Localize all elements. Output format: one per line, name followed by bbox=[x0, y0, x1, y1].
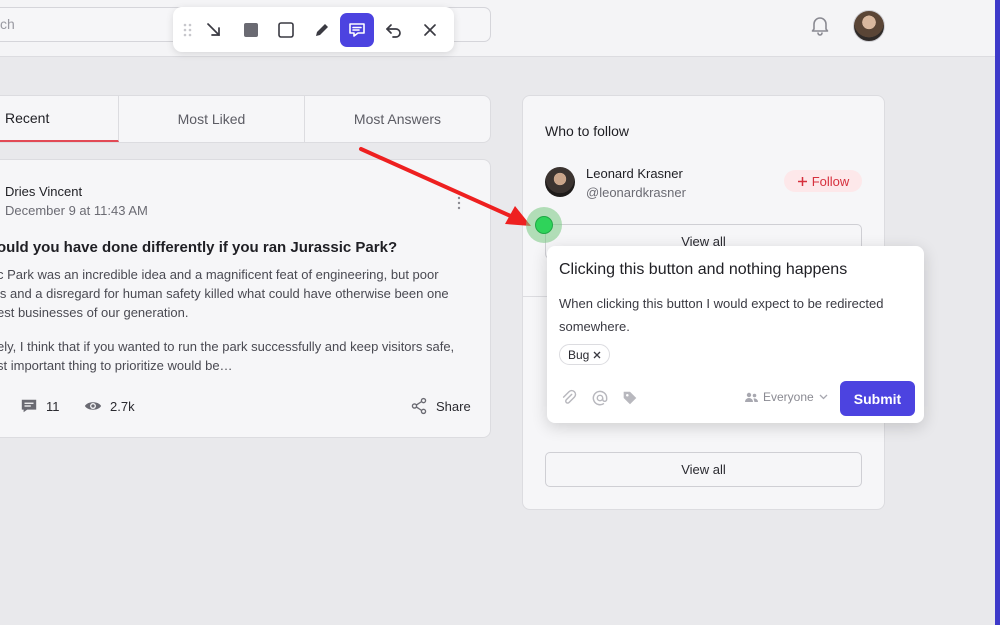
pencil-tool-icon[interactable] bbox=[307, 15, 337, 45]
notification-bell-icon[interactable] bbox=[808, 13, 832, 37]
follow-suggestion-handle: @leonardkrasner bbox=[586, 185, 686, 200]
attachment-icon[interactable] bbox=[560, 389, 578, 407]
feedback-popup: Clicking this button and nothing happens… bbox=[547, 246, 924, 423]
share-icon bbox=[411, 397, 427, 415]
user-avatar[interactable] bbox=[853, 10, 885, 42]
submit-button[interactable]: Submit bbox=[840, 381, 915, 416]
view-all-button[interactable]: View all bbox=[545, 452, 862, 487]
audience-select[interactable]: Everyone bbox=[745, 390, 828, 404]
audience-label: Everyone bbox=[763, 390, 814, 404]
annotation-arrow bbox=[359, 147, 531, 226]
eye-icon bbox=[84, 402, 102, 410]
bug-tag[interactable]: Bug bbox=[559, 344, 611, 365]
search-text: ch bbox=[0, 16, 15, 32]
filled-rectangle-tool-icon[interactable] bbox=[236, 15, 266, 45]
rectangle-tool-icon[interactable] bbox=[271, 15, 301, 45]
comments-count: 11 bbox=[46, 398, 60, 414]
post-title[interactable]: ould you have done differently if you ra… bbox=[0, 239, 397, 256]
share-label: Share bbox=[436, 398, 471, 414]
follow-button[interactable]: Follow bbox=[784, 170, 862, 192]
undo-icon[interactable] bbox=[379, 15, 409, 45]
people-icon bbox=[745, 392, 758, 402]
tag-label: Bug bbox=[568, 347, 590, 362]
comment-icon bbox=[21, 399, 37, 413]
post-body-line: est businesses of our generation. bbox=[0, 305, 189, 320]
feedback-marker[interactable] bbox=[535, 216, 553, 234]
tab-most-liked[interactable]: Most Liked bbox=[119, 96, 305, 142]
views-stat: 2.7k bbox=[84, 397, 135, 415]
tag-remove-icon[interactable] bbox=[593, 351, 601, 359]
post-body-line: c Park was an incredible idea and a magn… bbox=[0, 267, 439, 282]
feedback-description[interactable]: When clicking this button I would expect… bbox=[559, 292, 919, 338]
tab-most-answers[interactable]: Most Answers bbox=[305, 96, 490, 142]
annotation-toolbar bbox=[173, 7, 454, 52]
views-count: 2.7k bbox=[110, 398, 135, 414]
post-date: December 9 at 11:43 AM bbox=[5, 203, 148, 218]
follow-suggestion-name[interactable]: Leonard Krasner bbox=[586, 166, 683, 181]
share-button[interactable]: Share bbox=[410, 397, 471, 415]
feed-tabs: Recent Most Liked Most Answers bbox=[0, 95, 491, 143]
chevron-down-icon bbox=[819, 394, 828, 400]
feedback-title[interactable]: Clicking this button and nothing happens bbox=[559, 261, 847, 279]
comments-stat[interactable]: 11 bbox=[20, 397, 60, 415]
tab-recent[interactable]: Recent bbox=[0, 96, 119, 142]
post-body-line: ls and a disregard for human safety kill… bbox=[0, 286, 449, 301]
mention-icon[interactable] bbox=[591, 389, 609, 407]
plus-icon bbox=[797, 176, 807, 186]
comment-tool-icon[interactable] bbox=[340, 13, 374, 47]
who-to-follow-heading: Who to follow bbox=[545, 123, 630, 139]
post-author[interactable]: Dries Vincent bbox=[5, 184, 82, 199]
tag-icon[interactable] bbox=[621, 389, 639, 407]
post-body-line: st important thing to prioritize would b… bbox=[0, 358, 233, 373]
arrow-tool-icon[interactable] bbox=[199, 15, 229, 45]
top-bar: ch bbox=[0, 0, 1000, 57]
window-edge bbox=[995, 0, 1000, 625]
close-icon[interactable] bbox=[415, 15, 445, 45]
post-body-line: ely, I think that if you wanted to run t… bbox=[0, 339, 455, 354]
follow-label: Follow bbox=[811, 173, 850, 189]
